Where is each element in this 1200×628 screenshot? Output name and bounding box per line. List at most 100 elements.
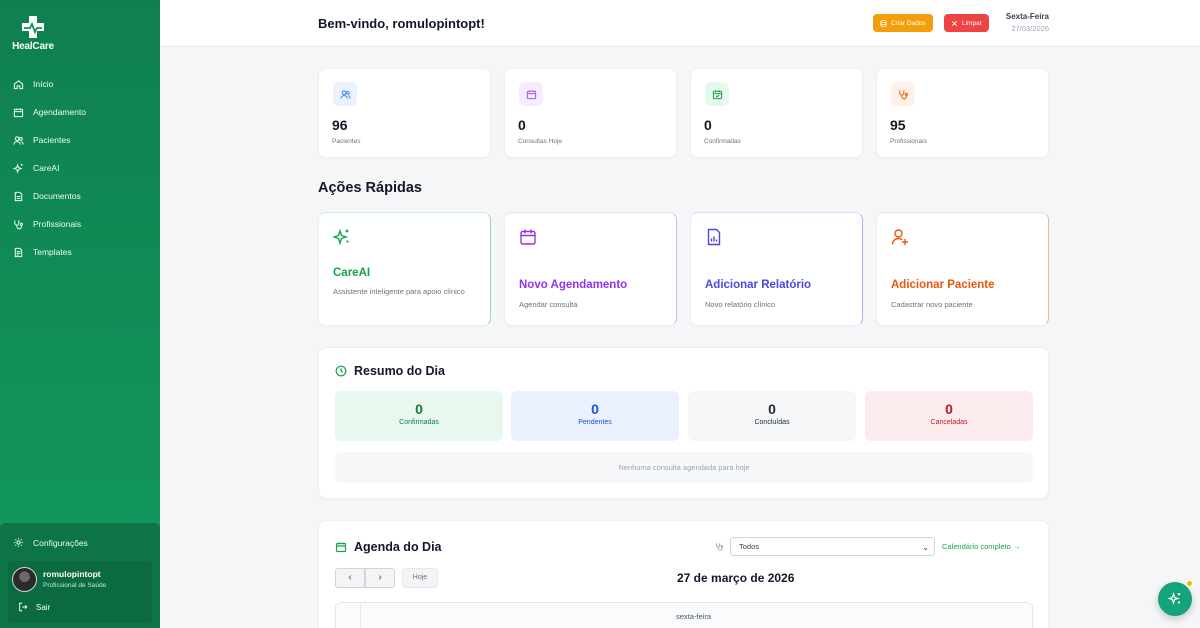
quick-action-desc: Assistente inteligente para apoio clínic… xyxy=(333,287,465,296)
sidebar-item-inicio[interactable]: Início xyxy=(0,70,160,98)
quick-action-title: Novo Agendamento xyxy=(519,279,628,291)
resumo-title: Resumo do Dia xyxy=(335,364,445,378)
app-logo[interactable]: HealCare xyxy=(12,14,54,52)
logout-button[interactable]: Sair xyxy=(18,602,50,612)
top-header: Bem-vindo, romulopintopt! Criar Dados Li… xyxy=(160,0,1200,47)
clear-label: Limpar xyxy=(962,19,982,27)
professional-filter-select[interactable]: Todos ⌄ xyxy=(730,537,935,556)
summary-confirmadas: 0 Confirmadas xyxy=(335,391,503,441)
logout-label: Sair xyxy=(36,602,51,612)
clear-button[interactable]: Limpar xyxy=(944,14,989,32)
close-icon xyxy=(951,20,958,26)
current-date: Sexta-Feira 27/03/2026 xyxy=(1003,12,1049,33)
empty-state-message: Nenhuma consulta agendada para hoje xyxy=(335,452,1033,483)
summary-value: 0 xyxy=(415,401,423,417)
user-card[interactable]: romulopintopt Profissional de Saúde Sair xyxy=(8,561,152,623)
quick-action-careai[interactable]: CareAI Assistente inteligente para apoio… xyxy=(318,212,491,326)
quick-action-adicionar-paciente[interactable]: Adicionar Paciente Cadastrar novo pacien… xyxy=(876,212,1049,326)
home-icon xyxy=(13,79,24,89)
settings-link[interactable]: Configurações xyxy=(13,537,88,548)
sidebar-item-label: Início xyxy=(33,79,54,89)
summary-value: 0 xyxy=(768,401,776,417)
stat-icon-box xyxy=(333,82,357,106)
date-label: 27/03/2026 xyxy=(1011,24,1049,33)
user-role: Profissional de Saúde xyxy=(43,582,107,589)
sidebar-item-label: Pacientes xyxy=(33,135,71,145)
create-data-label: Criar Dados xyxy=(891,19,926,27)
user-plus-icon xyxy=(891,229,908,245)
day-column-header: sexta-feira xyxy=(676,612,712,621)
stethoscope-icon xyxy=(14,219,23,229)
clock-icon xyxy=(335,365,347,377)
quick-action-title: Adicionar Relatório xyxy=(705,279,812,291)
stat-icon-box xyxy=(705,82,729,106)
summary-label: Confirmadas xyxy=(399,419,439,426)
gear-icon xyxy=(14,538,23,547)
time-gutter xyxy=(336,603,361,628)
sidebar-item-label: Templates xyxy=(33,247,72,257)
settings-label: Configurações xyxy=(33,537,88,548)
summary-label: Pendentes xyxy=(578,419,612,426)
stat-label: Confirmadas xyxy=(704,138,741,145)
sidebar: HealCare Início Agendamento Pacientes Ca… xyxy=(0,0,160,628)
sidebar-nav: Início Agendamento Pacientes CareAI Docu… xyxy=(0,70,160,266)
select-value: Todos xyxy=(739,542,760,551)
sidebar-item-pacientes[interactable]: Pacientes xyxy=(0,126,160,154)
stat-value: 0 xyxy=(518,117,526,133)
stat-label: Profissionais xyxy=(890,138,927,145)
stat-value: 95 xyxy=(890,117,906,133)
stethoscope-icon xyxy=(716,543,724,551)
sparkles-icon xyxy=(13,162,23,174)
sidebar-item-careai[interactable]: CareAI xyxy=(0,154,160,182)
sidebar-item-label: Profissionais xyxy=(33,219,82,229)
stat-label: Consultas Hoje xyxy=(518,138,563,145)
sidebar-footer: Configurações romulopintopt Profissional… xyxy=(0,523,160,628)
sidebar-item-label: Documentos xyxy=(33,191,81,201)
quick-action-desc: Cadastrar novo paciente xyxy=(891,300,973,309)
stat-icon-box xyxy=(519,82,543,106)
sidebar-item-documentos[interactable]: Documentos xyxy=(0,182,160,210)
avatar xyxy=(12,567,37,592)
stat-card-profissionais: 95 Profissionais xyxy=(876,68,1049,158)
stethoscope-icon xyxy=(898,89,908,99)
quick-action-desc: Novo relatório clínico xyxy=(705,300,776,309)
logout-icon xyxy=(19,602,28,612)
summary-canceladas: 0 Canceladas xyxy=(865,391,1033,441)
stat-value: 0 xyxy=(704,117,712,133)
quick-action-novo-agendamento[interactable]: Novo Agendamento Agendar consulta xyxy=(504,212,677,326)
quick-action-title: Adicionar Paciente xyxy=(891,279,995,291)
agenda-panel: Agenda do Dia Todos ⌄ Calendário complet… xyxy=(318,520,1049,628)
summary-value: 0 xyxy=(591,401,599,417)
sidebar-item-agendamento[interactable]: Agendamento xyxy=(0,98,160,126)
weekday-label: Sexta-Feira xyxy=(1005,12,1049,21)
sparkles-icon xyxy=(1168,592,1181,605)
prev-day-button[interactable]: ‹ xyxy=(335,568,365,588)
document-icon xyxy=(14,191,23,201)
calendar-icon xyxy=(520,229,536,245)
sidebar-item-templates[interactable]: Templates xyxy=(0,238,160,266)
healcare-logo-icon xyxy=(20,14,46,40)
stat-card-consultas-hoje: 0 Consultas Hoje xyxy=(504,68,677,158)
quick-action-desc: Agendar consulta xyxy=(519,300,578,309)
calendar-icon xyxy=(13,107,24,117)
careai-fab-button[interactable] xyxy=(1158,582,1192,616)
summary-label: Concluídas xyxy=(754,419,790,426)
welcome-title: Bem-vindo, romulopintopt! xyxy=(318,16,485,31)
summary-value: 0 xyxy=(945,401,953,417)
full-calendar-link[interactable]: Calendário completo → xyxy=(942,542,1020,551)
next-day-button[interactable]: › xyxy=(365,568,395,588)
stat-card-pacientes: 96 Pacientes xyxy=(318,68,491,158)
stat-value: 96 xyxy=(332,117,348,133)
today-button[interactable]: Hoje xyxy=(402,568,438,588)
summary-concluidas: 0 Concluídas xyxy=(688,391,856,441)
users-icon xyxy=(13,135,24,145)
create-data-button[interactable]: Criar Dados xyxy=(873,14,933,32)
quick-action-adicionar-relatorio[interactable]: Adicionar Relatório Novo relatório clíni… xyxy=(690,212,863,326)
stat-icon-box xyxy=(891,82,915,106)
chevron-down-icon: ⌄ xyxy=(922,543,929,552)
notification-dot xyxy=(1186,580,1193,587)
sidebar-item-profissionais[interactable]: Profissionais xyxy=(0,210,160,238)
app-name: HealCare xyxy=(12,41,54,52)
quick-actions-title: Ações Rápidas xyxy=(318,180,422,196)
calendar-icon xyxy=(526,89,536,99)
